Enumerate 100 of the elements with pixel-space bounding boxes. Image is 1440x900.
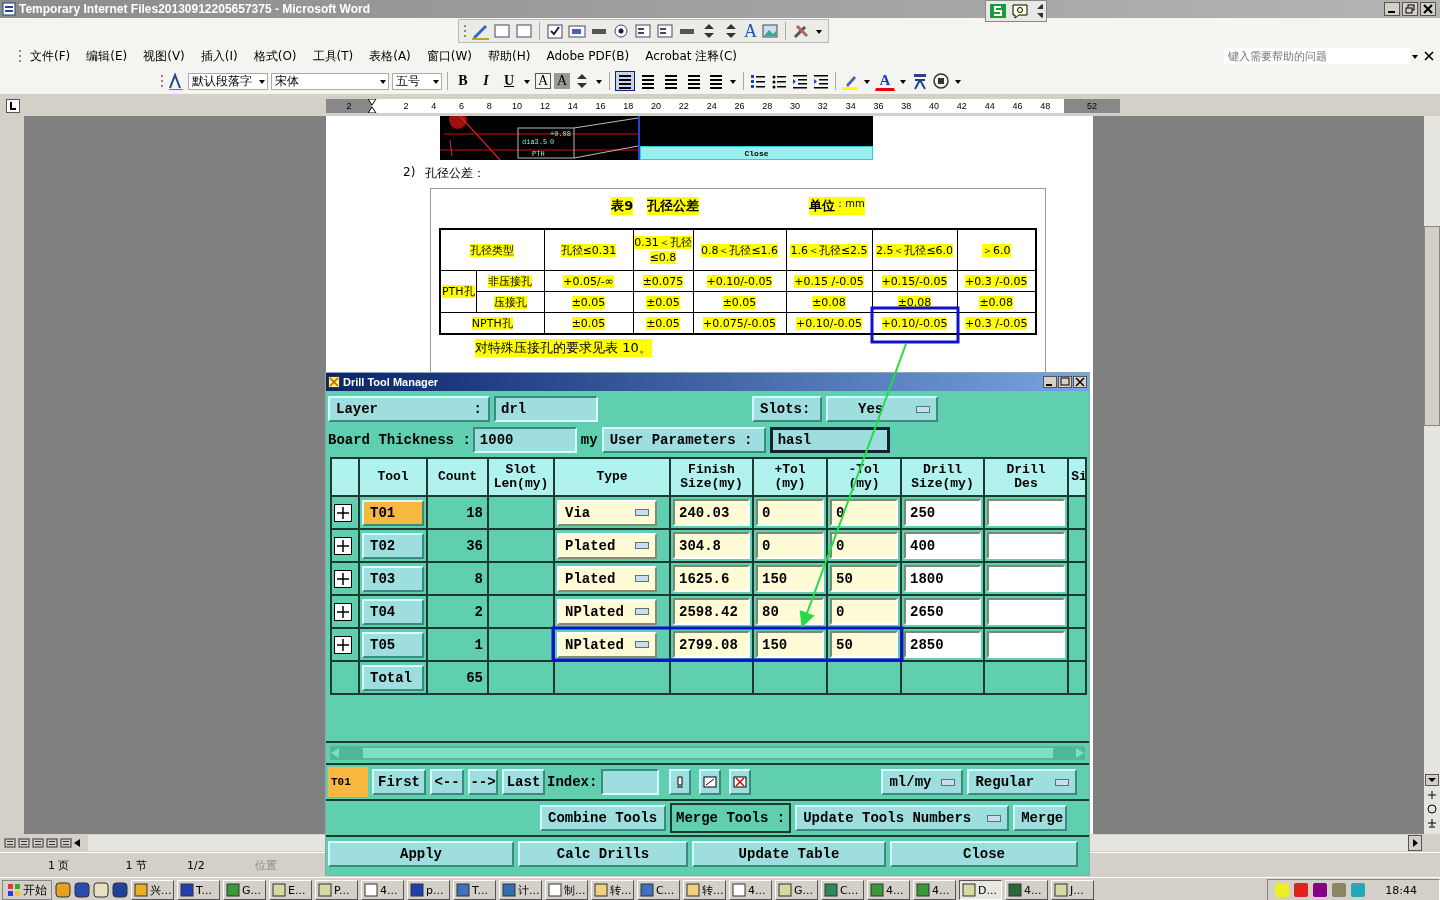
maximize-button[interactable] (1058, 376, 1072, 388)
minus-tolerance-field[interactable]: 0 (830, 499, 898, 526)
text-field-icon[interactable] (568, 22, 586, 40)
style-dropdown[interactable]: 默认段落字 (188, 72, 268, 90)
user-parameters-field[interactable]: hasl (769, 427, 890, 453)
taskbar-button[interactable]: 4... (867, 880, 910, 900)
taskbar-button[interactable]: C... (637, 880, 680, 900)
taskbar-button[interactable]: 4... (913, 880, 956, 900)
numbered-list-icon[interactable] (749, 72, 767, 90)
browse-object-icon[interactable] (1427, 804, 1437, 814)
finish-size-field[interactable]: 2598.42 (673, 598, 750, 625)
styles-icon[interactable] (167, 72, 185, 90)
bulb-button[interactable] (669, 769, 692, 795)
checkbox-icon[interactable] (546, 22, 564, 40)
menu-item[interactable]: 编辑(E) (78, 47, 136, 65)
drill-size-field[interactable]: 2850 (904, 631, 981, 658)
scroll-down-icon[interactable] (1425, 774, 1439, 786)
taskbar-button[interactable]: T... (177, 880, 220, 900)
menu-item[interactable]: 视图(V) (135, 47, 193, 65)
taskbar-button[interactable]: G... (775, 880, 818, 900)
drill-size-field[interactable]: 2650 (904, 598, 981, 625)
taskbar-button[interactable]: 转... (591, 880, 634, 900)
minus-tolerance-field[interactable]: 50 (830, 631, 898, 658)
menu-item[interactable]: 插入(I) (192, 47, 246, 65)
menu-item[interactable]: 工具(T) (304, 47, 362, 65)
expand-icon[interactable] (334, 602, 352, 621)
quick-launch-icon[interactable] (55, 882, 71, 898)
tool-button[interactable]: T04 (362, 598, 424, 625)
finish-size-field[interactable]: 1625.6 (673, 565, 750, 592)
action-button[interactable]: Update Table (692, 841, 886, 867)
expand-icon[interactable] (334, 635, 352, 654)
quick-launch-icon[interactable] (93, 882, 109, 898)
taskbar-button[interactable]: 转... (683, 880, 726, 900)
taskbar-button[interactable]: 计... (499, 880, 542, 900)
plus-tolerance-field[interactable]: 0 (756, 532, 824, 559)
close-button[interactable]: Close (640, 146, 873, 160)
italic-button[interactable]: I (476, 71, 496, 91)
menu-item[interactable]: 表格(A) (361, 47, 419, 65)
tab-selector-icon[interactable] (6, 99, 20, 113)
type-dropdown[interactable]: Via (557, 499, 657, 526)
taskbar-button[interactable]: C... (821, 880, 864, 900)
help-icon[interactable] (1011, 3, 1030, 19)
scroll-thumb[interactable] (1424, 226, 1440, 426)
tools-icon[interactable] (792, 22, 810, 40)
menu-item[interactable]: 格式(O) (245, 47, 305, 65)
s-logo-icon[interactable] (989, 3, 1008, 19)
quick-launch-icon[interactable] (74, 882, 90, 898)
vertical-scrollbar[interactable] (1424, 116, 1440, 834)
character-border-button[interactable]: A (535, 73, 551, 89)
minus-tolerance-field[interactable]: 0 (830, 598, 898, 625)
list-box-icon[interactable] (634, 22, 652, 40)
taskbar-button[interactable]: 4... (361, 880, 404, 900)
taskbar-button[interactable]: T... (453, 880, 496, 900)
menu-item[interactable]: 文件(F) (22, 47, 79, 65)
nav-button[interactable]: --> (468, 769, 498, 795)
close-button[interactable] (1420, 2, 1436, 16)
nav-button[interactable]: Last (502, 769, 545, 795)
finish-size-field[interactable]: 240.03 (673, 499, 750, 526)
plus-tolerance-field[interactable]: 0 (756, 499, 824, 526)
picture-frame-button[interactable] (699, 769, 722, 795)
previous-page-icon[interactable] (1427, 790, 1437, 800)
radio-button-icon[interactable] (612, 22, 630, 40)
mode-dropdown[interactable]: Regular (967, 769, 1078, 795)
combine-tools-button[interactable]: Combine Tools (540, 805, 666, 831)
close-icon[interactable] (1424, 51, 1434, 61)
horizontal-scrollbar[interactable] (330, 746, 1085, 760)
nav-button[interactable]: <-- (430, 769, 464, 795)
close-button[interactable] (1073, 376, 1087, 388)
index-field[interactable] (601, 769, 660, 795)
nav-button[interactable]: First (372, 769, 426, 795)
help-search-field[interactable]: 键入需要帮助的问题 (1224, 48, 1410, 64)
tool-button[interactable]: T03 (362, 565, 424, 592)
view-icon[interactable] (32, 837, 44, 849)
action-button[interactable]: Calc Drills (518, 841, 688, 867)
restore-button[interactable] (1402, 2, 1418, 16)
next-page-icon[interactable] (1427, 818, 1437, 828)
font-color-button[interactable]: A (875, 71, 895, 91)
finish-size-field[interactable]: 2799.08 (673, 631, 750, 658)
start-button[interactable]: 开始 (2, 880, 52, 900)
tool-button[interactable]: T01 (362, 499, 424, 526)
minus-tolerance-field[interactable]: 0 (830, 532, 898, 559)
taskbar-button[interactable]: E... (269, 880, 312, 900)
tool-button[interactable]: T02 (362, 532, 424, 559)
bold-button[interactable]: B (453, 71, 473, 91)
menu-item[interactable]: Adobe PDF(B) (538, 49, 638, 63)
finish-size-field[interactable]: 304.8 (673, 532, 750, 559)
menu-item[interactable]: 帮助(H) (480, 47, 539, 65)
taskbar-button[interactable]: P... (315, 880, 358, 900)
line-spacing-icon[interactable] (707, 72, 725, 90)
scroll-left-icon[interactable] (72, 837, 82, 849)
wordart-button[interactable]: A (744, 20, 757, 42)
taskbar-button[interactable]: 4... (729, 880, 772, 900)
type-dropdown[interactable]: NPlated (557, 598, 657, 625)
enclose-character-icon[interactable] (932, 72, 950, 90)
type-dropdown[interactable]: NPlated (557, 631, 657, 658)
pencil-icon[interactable] (471, 22, 489, 40)
phonetic-guide-icon[interactable] (911, 72, 929, 90)
taskbar-button[interactable]: p... (407, 880, 450, 900)
drill-size-field[interactable]: 1800 (904, 565, 981, 592)
taskbar-button[interactable]: D... (959, 880, 1002, 900)
